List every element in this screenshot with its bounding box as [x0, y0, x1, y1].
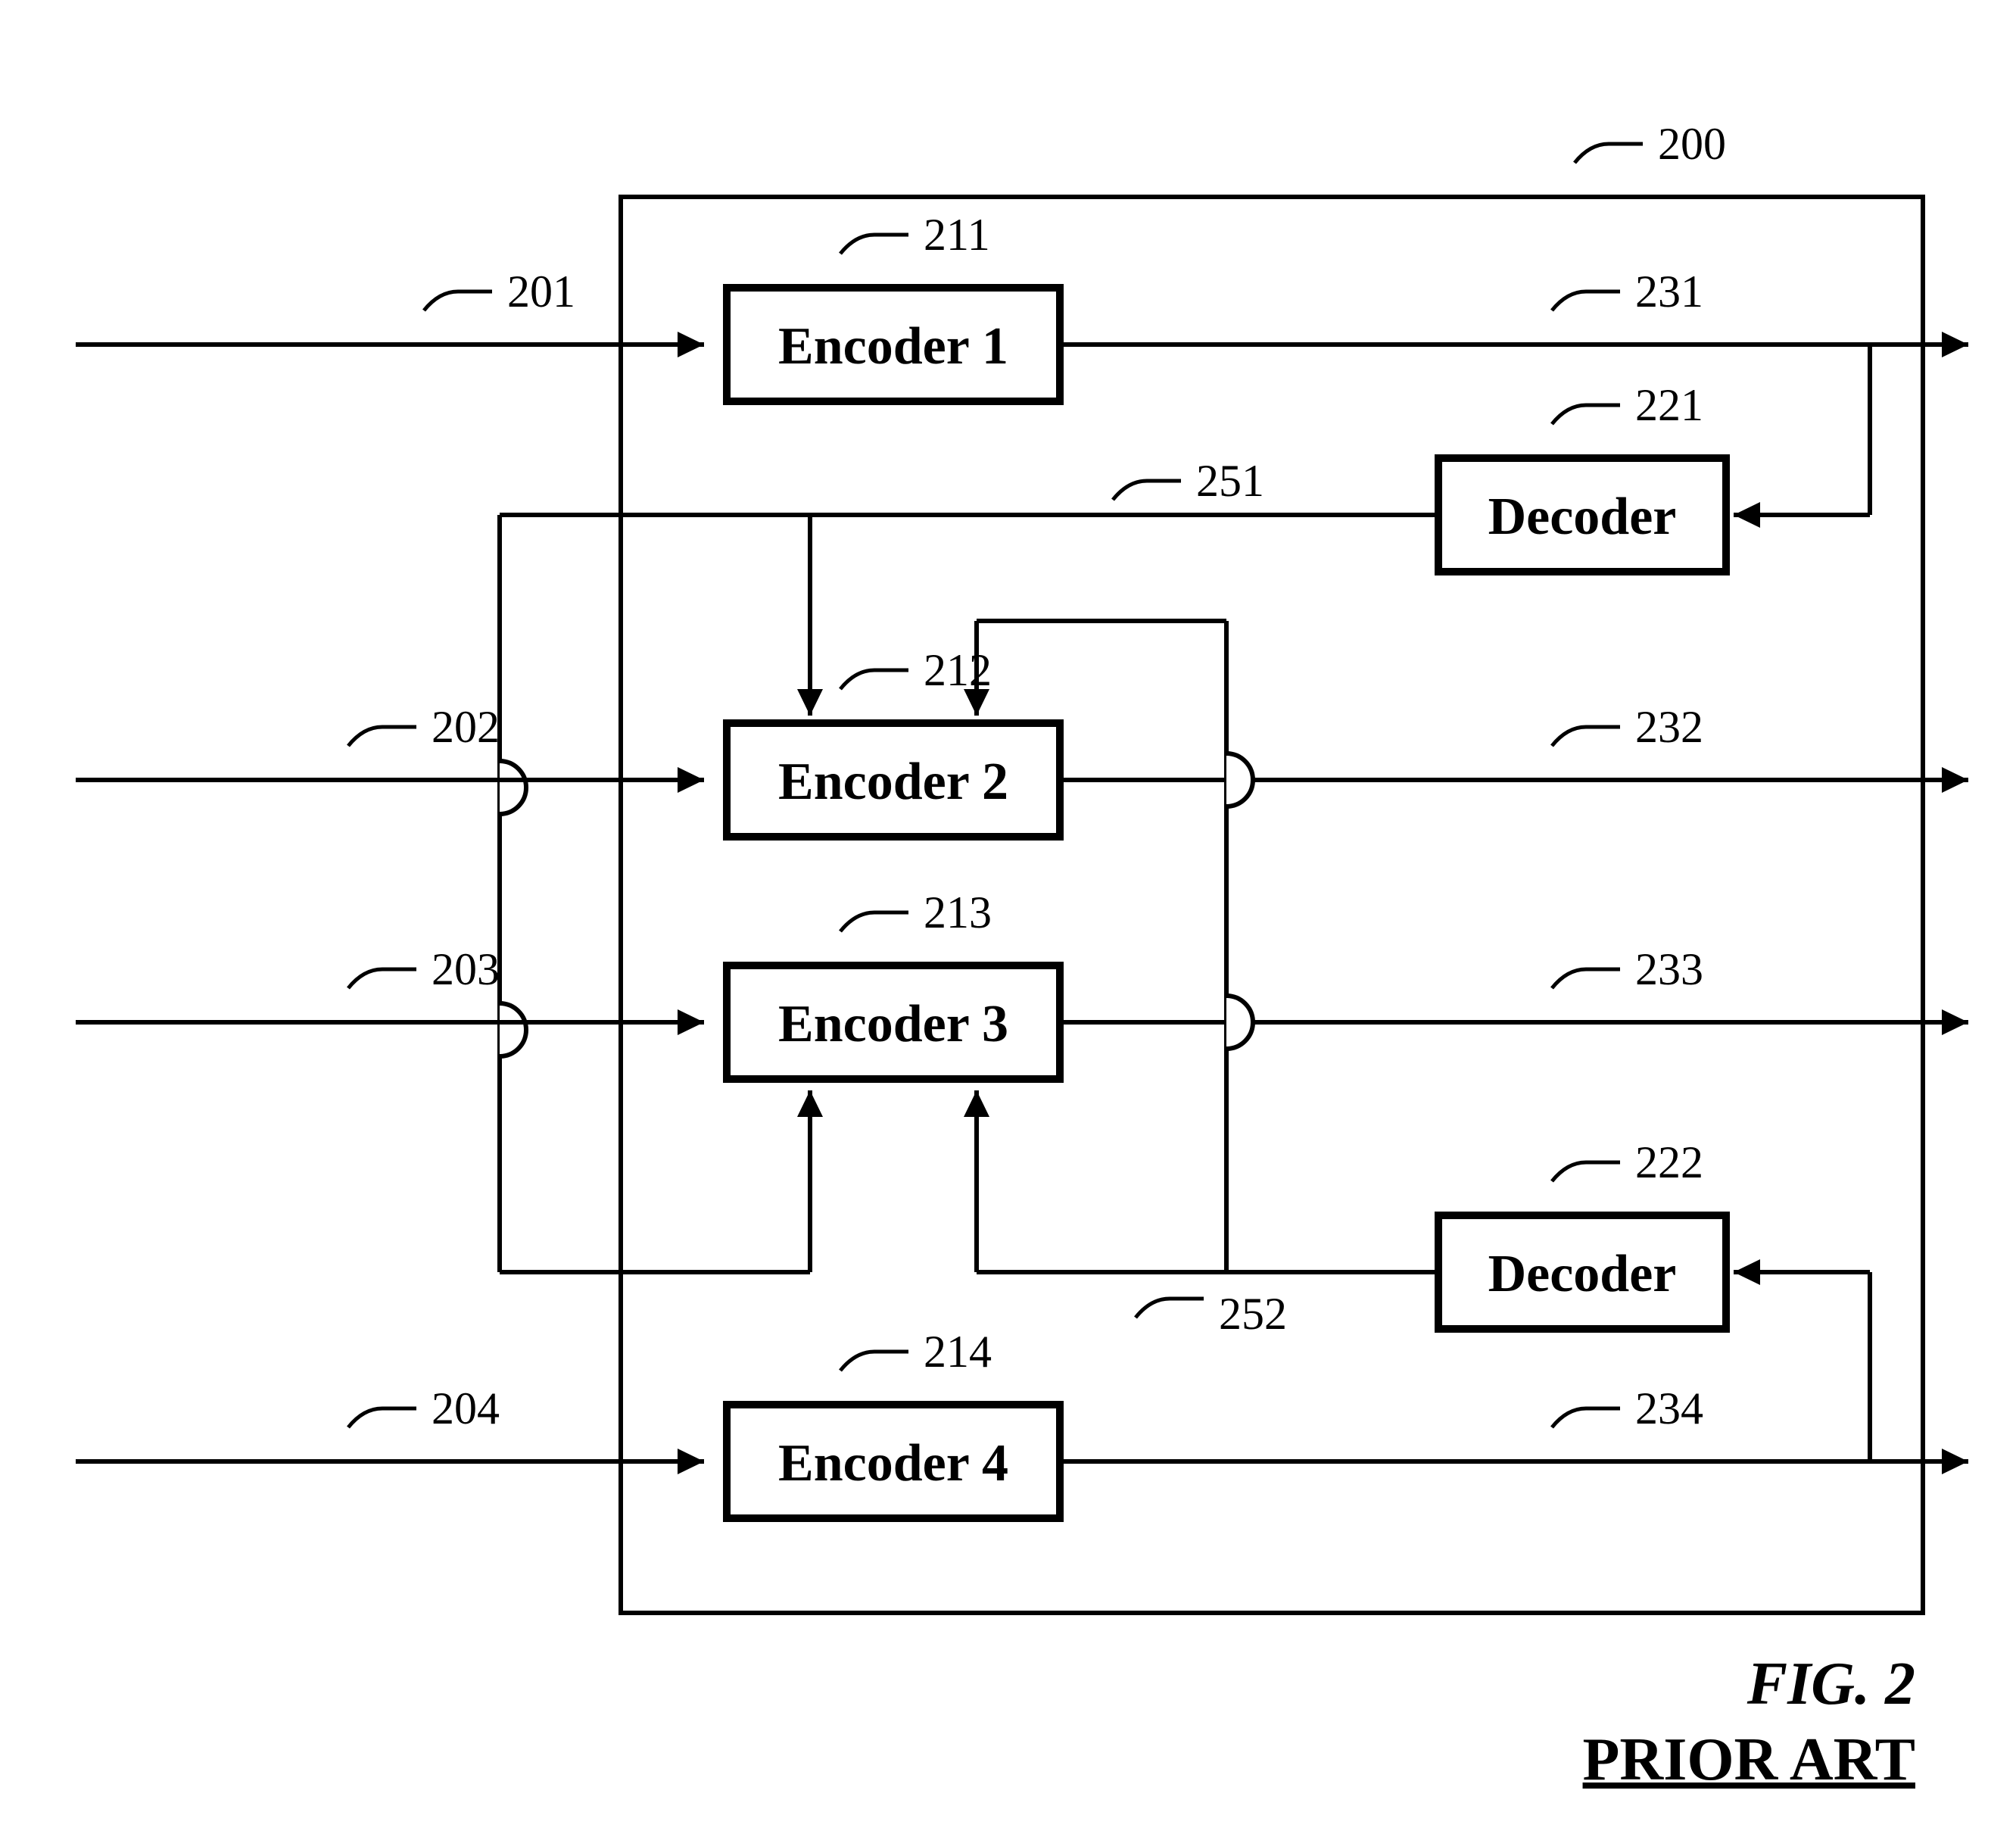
ref-fb1-leader — [1113, 481, 1181, 500]
encoder-1-label: Encoder 1 — [778, 317, 1008, 376]
arrow-251-enc2 — [797, 689, 823, 716]
ref-enc1-leader — [840, 235, 908, 254]
jump-252-over-233 — [1226, 996, 1253, 1049]
encoder-2-label: Encoder 2 — [778, 753, 1008, 811]
arrow-into-222 — [1734, 1259, 1760, 1285]
jump-251-over-203 — [500, 1003, 526, 1056]
arrow-out4 — [1942, 1449, 1968, 1474]
decoder-2-label: Decoder — [1488, 1245, 1677, 1303]
ref-out2: 232 — [1635, 702, 1703, 752]
ref-out4-leader — [1552, 1408, 1620, 1427]
ref-in1: 201 — [507, 267, 575, 317]
ref-out2-leader — [1552, 727, 1620, 746]
ref-enc1: 211 — [924, 210, 990, 260]
arrow-in3 — [678, 1009, 704, 1035]
ref-in2-leader — [348, 727, 416, 746]
ref-enc4-leader — [840, 1352, 908, 1371]
arrow-out1 — [1942, 332, 1968, 357]
figure-subtitle: PRIOR ART — [1583, 1726, 1915, 1793]
ref-system-leader — [1575, 144, 1643, 163]
encoder-3-label: Encoder 3 — [778, 995, 1008, 1053]
arrow-in2 — [678, 767, 704, 793]
jump-251-over-202 — [500, 761, 526, 814]
figure-caption: FIG. 2 — [1746, 1651, 1915, 1717]
ref-out4: 234 — [1635, 1383, 1703, 1433]
ref-out3-leader — [1552, 969, 1620, 988]
ref-in3-leader — [348, 969, 416, 988]
ref-in4: 204 — [432, 1383, 500, 1433]
ref-in1-leader — [424, 292, 492, 310]
ref-dec1: 221 — [1635, 380, 1703, 430]
ref-out1-leader — [1552, 292, 1620, 310]
ref-in2: 202 — [432, 702, 500, 752]
ref-enc2: 212 — [924, 645, 992, 695]
ref-out1: 231 — [1635, 267, 1703, 317]
ref-dec2: 222 — [1635, 1137, 1703, 1187]
ref-enc3-leader — [840, 912, 908, 931]
ref-out3: 233 — [1635, 944, 1703, 994]
ref-enc4: 214 — [924, 1327, 992, 1377]
ref-enc2-leader — [840, 670, 908, 689]
encoder-4-label: Encoder 4 — [778, 1434, 1008, 1492]
ref-dec1-leader — [1552, 405, 1620, 424]
arrow-in1 — [678, 332, 704, 357]
arrow-out3 — [1942, 1009, 1968, 1035]
ref-enc3: 213 — [924, 887, 992, 937]
arrow-out2 — [1942, 767, 1968, 793]
arrow-252-enc3 — [964, 1090, 989, 1117]
ref-system: 200 — [1658, 119, 1726, 169]
ref-in3: 203 — [432, 944, 500, 994]
system-box — [621, 197, 1923, 1613]
arrow-251-enc3 — [797, 1090, 823, 1117]
ref-in4-leader — [348, 1408, 416, 1427]
decoder-1-label: Decoder — [1488, 488, 1677, 546]
ref-fb1: 251 — [1196, 456, 1264, 506]
ref-fb2: 252 — [1219, 1289, 1287, 1339]
ref-fb2-leader — [1136, 1299, 1204, 1318]
arrow-252-enc2 — [964, 689, 989, 716]
arrow-into-221 — [1734, 502, 1760, 528]
ref-dec2-leader — [1552, 1162, 1620, 1181]
arrow-in4 — [678, 1449, 704, 1474]
jump-252-over-232 — [1226, 753, 1253, 806]
